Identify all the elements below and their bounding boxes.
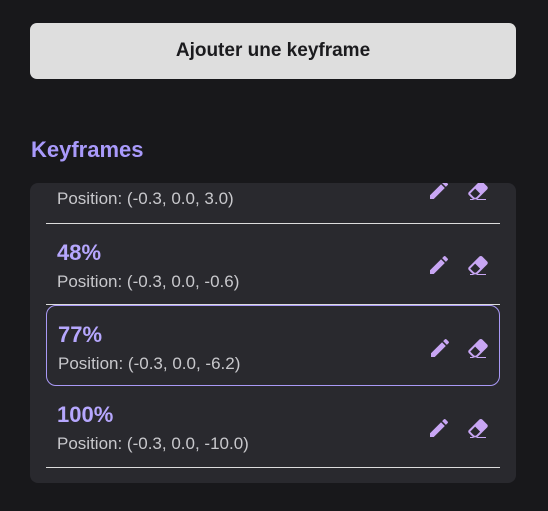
eraser-icon[interactable]: [466, 336, 490, 360]
eraser-icon[interactable]: [466, 253, 490, 277]
keyframe-position: Position: (-0.3, 0.0, -0.6): [57, 272, 240, 291]
add-keyframe-button[interactable]: Ajouter une keyframe: [30, 23, 516, 79]
keyframe-position: Position: (-0.3, 0.0, 3.0): [57, 189, 234, 208]
keyframe-item[interactable]: Position: (-0.3, 0.0, 3.0): [46, 183, 500, 224]
pencil-icon[interactable]: [427, 416, 451, 440]
pencil-icon[interactable]: [427, 183, 451, 202]
keyframe-item[interactable]: 48% Position: (-0.3, 0.0, -0.6): [46, 224, 500, 305]
keyframe-position: Position: (-0.3, 0.0, -6.2): [58, 354, 241, 373]
section-title: Keyframes: [31, 137, 144, 162]
keyframe-percent: 48%: [57, 240, 102, 265]
divider: [46, 467, 500, 468]
eraser-icon[interactable]: [466, 183, 490, 202]
keyframe-percent: 77%: [58, 322, 103, 347]
keyframe-percent: 100%: [57, 402, 114, 427]
keyframe-item-selected[interactable]: 77% Position: (-0.3, 0.0, -6.2): [46, 305, 500, 386]
eraser-icon[interactable]: [466, 416, 490, 440]
keyframe-list[interactable]: Position: (-0.3, 0.0, 3.0) 48% Position:…: [30, 183, 516, 483]
pencil-icon[interactable]: [427, 253, 451, 277]
keyframe-position: Position: (-0.3, 0.0, -10.0): [57, 434, 249, 453]
keyframe-item[interactable]: 100% Position: (-0.3, 0.0, -10.0): [46, 386, 500, 468]
pencil-icon[interactable]: [428, 336, 452, 360]
